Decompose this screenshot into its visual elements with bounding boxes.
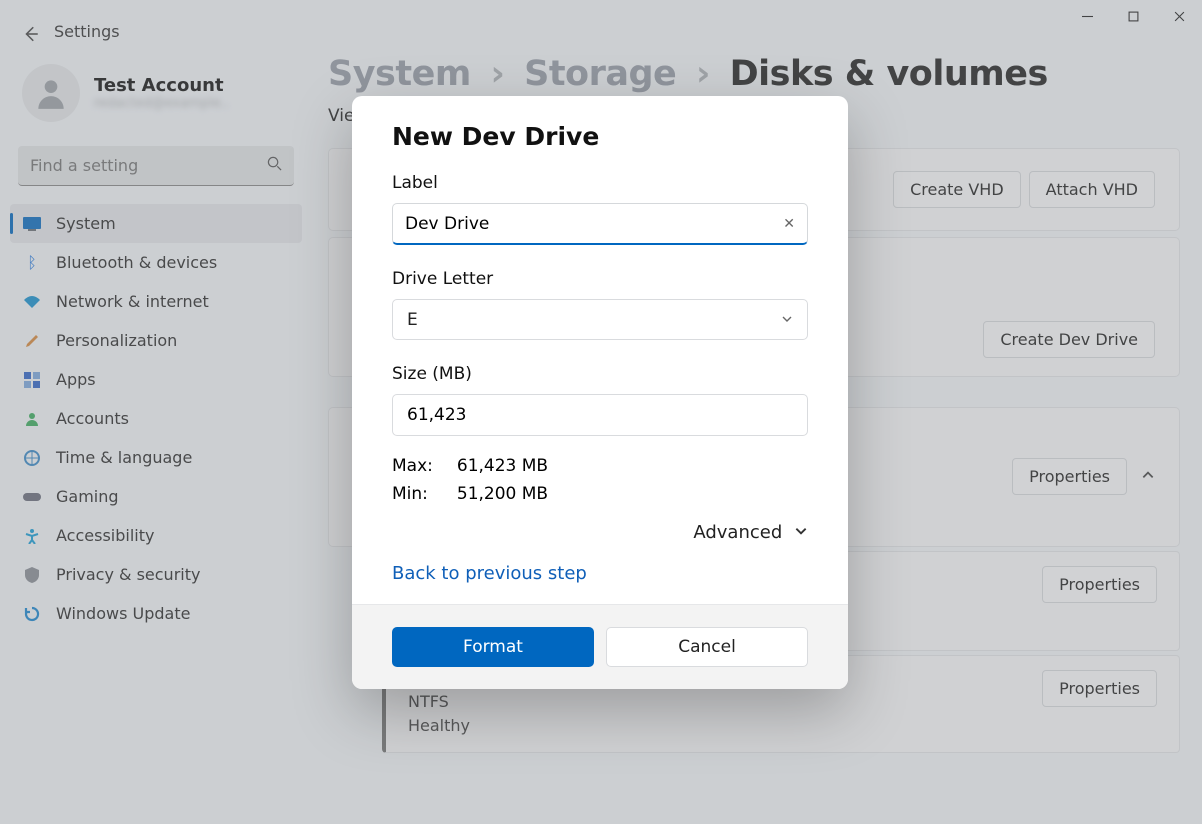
max-label: Max: [392, 456, 433, 476]
label-field[interactable] [405, 214, 775, 234]
advanced-toggle[interactable]: Advanced [392, 522, 808, 543]
min-label: Min: [392, 484, 433, 504]
max-value: 61,423 MB [457, 456, 548, 476]
size-input[interactable]: 61,423 [392, 394, 808, 436]
label-input[interactable]: ✕ [392, 203, 808, 245]
dialog-footer: Format Cancel [352, 604, 848, 689]
cancel-button[interactable]: Cancel [606, 627, 808, 667]
format-button[interactable]: Format [392, 627, 594, 667]
advanced-label: Advanced [693, 522, 782, 543]
clear-icon[interactable]: ✕ [783, 216, 795, 232]
drive-letter-select[interactable]: E [392, 299, 808, 340]
dialog-title: New Dev Drive [392, 122, 808, 151]
chevron-down-icon [794, 526, 808, 542]
drive-letter-label: Drive Letter [392, 269, 808, 289]
min-value: 51,200 MB [457, 484, 548, 504]
label-label: Label [392, 173, 808, 193]
drive-letter-value: E [407, 310, 418, 330]
size-label: Size (MB) [392, 364, 808, 384]
new-dev-drive-dialog: New Dev Drive Label ✕ Drive Letter E Siz… [352, 96, 848, 689]
chevron-down-icon [781, 310, 793, 330]
size-value: 61,423 [407, 405, 466, 425]
back-link[interactable]: Back to previous step [392, 563, 587, 584]
size-limits: Max: Min: 61,423 MB 51,200 MB [392, 456, 808, 504]
